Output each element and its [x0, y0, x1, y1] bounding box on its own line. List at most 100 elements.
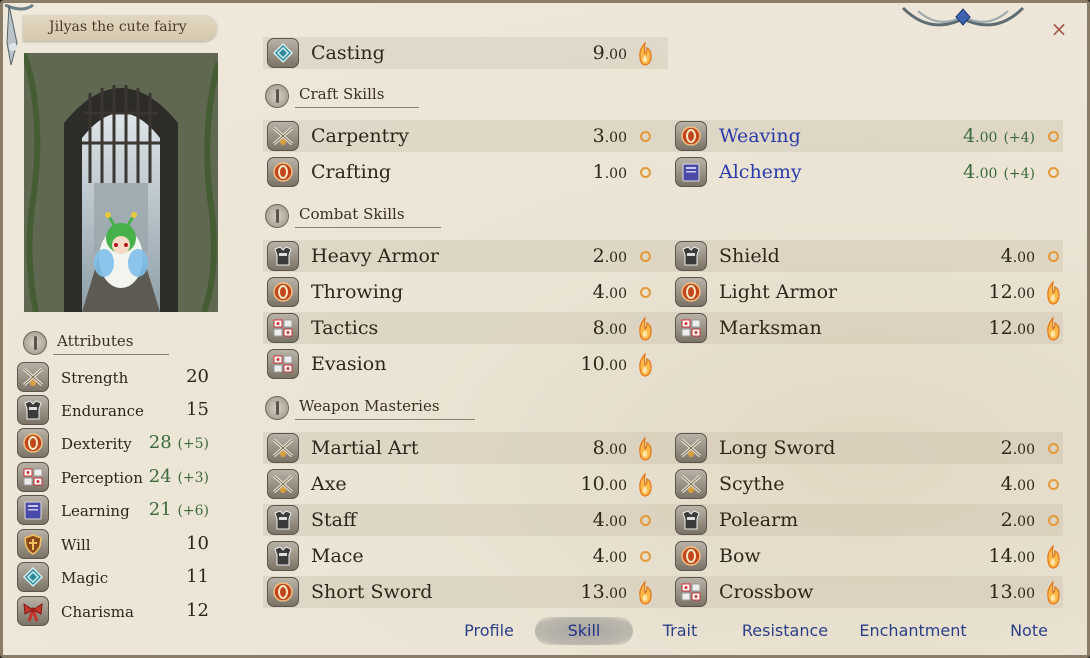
skill-row[interactable]: Crossbow 13.00 [675, 576, 1065, 608]
skill-name: Carpentry [311, 125, 410, 147]
skill-row[interactable]: Evasion 10.00 [267, 348, 657, 380]
armor-icon [17, 395, 49, 425]
armor-icon [267, 241, 299, 271]
skill-name: Heavy Armor [311, 245, 439, 267]
skill-name: Light Armor [719, 281, 838, 303]
skill-row[interactable]: Long Sword 2.00 [675, 432, 1065, 464]
skill-row[interactable]: Alchemy 4.00 (+4) [675, 156, 1065, 188]
skill-level: 4 [592, 545, 605, 567]
skill-value: 1.00 [593, 161, 627, 183]
skill-decimal: .00 [604, 322, 627, 338]
skill-name: Shield [719, 245, 780, 267]
book-icon [17, 495, 49, 525]
potential-ring-icon [1048, 443, 1059, 454]
potential-ring-icon [640, 515, 651, 526]
skill-level: 10 [580, 353, 605, 375]
skill-row[interactable]: Scythe 4.00 [675, 468, 1065, 500]
skill-row[interactable]: Martial Art 8.00 [267, 432, 657, 464]
skill-level: 8 [592, 317, 605, 339]
shield-ring-icon [17, 428, 49, 458]
skill-decimal: .00 [604, 550, 627, 566]
attribute-number: 12 [186, 600, 209, 621]
skill-row[interactable]: Casting 9.00 [267, 37, 657, 69]
skill-name: Crossbow [719, 581, 814, 603]
skill-name: Bow [719, 545, 761, 567]
skill-bonus: (+4) [1003, 130, 1035, 146]
character-name: Jilyas the cute fairy [49, 19, 187, 35]
tab-trait[interactable]: Trait [643, 617, 717, 645]
attribute-value: 12 [186, 600, 209, 621]
skill-row[interactable]: Weaving 4.00 (+4) [675, 120, 1065, 152]
attribute-number: 21 [148, 499, 172, 520]
skill-level: 10 [580, 473, 605, 495]
skill-row[interactable]: Staff 4.00 [267, 504, 657, 536]
skill-row[interactable]: Bow 14.00 [675, 540, 1065, 572]
skill-level: 4 [963, 161, 976, 183]
skill-row[interactable]: Tactics 8.00 [267, 312, 657, 344]
tab-skill[interactable]: Skill [535, 617, 633, 645]
skill-row[interactable]: Light Armor 12.00 [675, 276, 1065, 308]
section-marker-icon [23, 331, 47, 355]
skill-decimal: .00 [604, 250, 627, 266]
close-button[interactable]: × [1047, 17, 1071, 41]
shield-ring-icon [675, 121, 707, 151]
skill-name: Martial Art [311, 437, 419, 459]
attribute-row: Learning 21 (+6) [17, 495, 217, 527]
potential-flame-icon [1043, 543, 1063, 569]
skill-value: 10.00 [581, 473, 627, 495]
skill-decimal: .00 [604, 358, 627, 374]
skill-row[interactable]: Crafting 1.00 [267, 156, 657, 188]
attribute-number: 28 [148, 432, 172, 453]
tab-enchantment[interactable]: Enchantment [853, 617, 973, 645]
attribute-value: 28 (+5) [149, 432, 209, 453]
skill-value: 2.00 [1001, 509, 1035, 531]
shield-ring-icon [267, 277, 299, 307]
crown-ornament-icon [901, 6, 1025, 27]
dice-icon [675, 577, 707, 607]
skill-row[interactable]: Carpentry 3.00 [267, 120, 657, 152]
skill-decimal: .00 [604, 442, 627, 458]
skill-row[interactable]: Short Sword 13.00 [267, 576, 657, 608]
skill-decimal: .00 [975, 166, 998, 182]
skill-row[interactable]: Axe 10.00 [267, 468, 657, 500]
skill-name: Scythe [719, 473, 785, 495]
skill-row[interactable]: Throwing 4.00 [267, 276, 657, 308]
skill-row[interactable]: Heavy Armor 2.00 [267, 240, 657, 272]
tab-note[interactable]: Note [999, 617, 1059, 645]
attribute-row: Will 10 [17, 529, 217, 561]
skill-row[interactable]: Polearm 2.00 [675, 504, 1065, 536]
dice-icon [17, 462, 49, 492]
attribute-label: Endurance [61, 402, 144, 420]
tab-resistance[interactable]: Resistance [733, 617, 837, 645]
skill-value: 4.00 [593, 509, 627, 531]
skill-level: 2 [592, 245, 605, 267]
skill-value: 14.00 [989, 545, 1035, 567]
skill-level: 13 [988, 581, 1013, 603]
skill-row[interactable]: Mace 4.00 [267, 540, 657, 572]
potential-ring-icon [1048, 131, 1059, 142]
potential-flame-icon [1043, 279, 1063, 305]
skill-row[interactable]: Marksman 12.00 [675, 312, 1065, 344]
skill-decimal: .00 [604, 166, 627, 182]
section-marker-icon [265, 204, 289, 228]
tab-profile[interactable]: Profile [443, 617, 535, 645]
skill-decimal: .00 [604, 514, 627, 530]
attribute-bonus: (+3) [177, 470, 209, 486]
bow-ribbon-icon [17, 596, 49, 626]
character-sheet-window: × Jilyas the cute fairy Attributes Stren… [0, 0, 1090, 658]
skill-value: 2.00 [593, 245, 627, 267]
skill-row[interactable]: Shield 4.00 [675, 240, 1065, 272]
attribute-value: 24 (+3) [149, 466, 209, 487]
shield-ring-icon [675, 277, 707, 307]
attribute-label: Dexterity [61, 435, 132, 453]
section-marker-icon [265, 396, 289, 420]
skill-name: Crafting [311, 161, 392, 183]
potential-flame-icon [635, 351, 655, 377]
attribute-label: Magic [61, 569, 109, 587]
skill-value: 2.00 [1001, 437, 1035, 459]
potential-ring-icon [1048, 251, 1059, 262]
skill-decimal: .00 [1012, 514, 1035, 530]
skill-level: 9 [592, 42, 605, 64]
skill-name: Tactics [311, 317, 379, 339]
skill-value: 9.00 [593, 42, 627, 64]
